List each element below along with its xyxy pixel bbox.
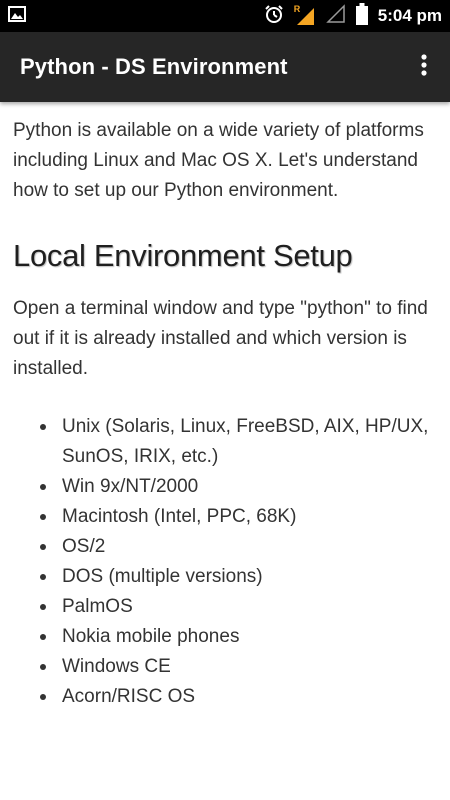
list-item-text: OS/2 <box>62 536 106 557</box>
list-item: Windows CE <box>40 652 436 682</box>
list-item-text: Nokia mobile phones <box>62 626 240 647</box>
more-options-button[interactable] <box>412 47 436 87</box>
status-bar: R 5:04 pm <box>0 0 450 32</box>
bullet <box>40 634 46 640</box>
instruction-paragraph: Open a terminal window and type "python"… <box>13 298 428 379</box>
list-item: Macintosh (Intel, PPC, 68K) <box>40 502 436 532</box>
bullet <box>40 484 46 490</box>
intro-paragraph: Python is available on a wide variety of… <box>13 120 424 201</box>
roaming-label: R <box>293 4 301 14</box>
more-vert-icon <box>421 54 427 80</box>
list-item: Nokia mobile phones <box>40 622 436 652</box>
list-item-text: Unix (Solaris, Linux, FreeBSD, AIX, HP/U… <box>62 416 429 467</box>
list-item: Win 9x/NT/2000 <box>40 472 436 502</box>
status-time: 5:04 pm <box>377 6 442 25</box>
app-bar: Python - DS Environment <box>0 32 450 102</box>
list-item: DOS (multiple versions) <box>40 562 436 592</box>
alarm-icon <box>264 4 284 28</box>
platform-list: Unix (Solaris, Linux, FreeBSD, AIX, HP/U… <box>13 412 436 712</box>
list-item: Acorn/RISC OS <box>40 682 436 712</box>
list-item-text: Acorn/RISC OS <box>62 686 196 707</box>
list-item: OS/2 <box>40 532 436 562</box>
section-heading: Local Environment Setup <box>13 238 353 273</box>
list-item-text: PalmOS <box>62 596 133 617</box>
list-item-text: Windows CE <box>62 656 171 677</box>
list-item: Unix (Solaris, Linux, FreeBSD, AIX, HP/U… <box>40 412 436 472</box>
battery-icon <box>355 3 368 29</box>
bullet <box>40 694 46 700</box>
list-item: PalmOS <box>40 592 436 622</box>
bullet <box>40 544 46 550</box>
list-item-text: Win 9x/NT/2000 <box>62 476 199 497</box>
app-title: Python - DS Environment <box>20 54 288 79</box>
status-bar-left <box>8 6 26 26</box>
status-bar-right: R 5:04 pm <box>264 3 442 29</box>
signal-r-icon: R <box>293 4 316 26</box>
list-item-text: Macintosh (Intel, PPC, 68K) <box>62 506 297 527</box>
bullet <box>40 514 46 520</box>
image-icon <box>8 6 26 26</box>
list-item-text: DOS (multiple versions) <box>62 566 263 587</box>
bullet <box>40 604 46 610</box>
bullet <box>40 664 46 670</box>
signal-empty-icon <box>325 4 346 28</box>
bullet <box>40 574 46 580</box>
article-content: Python is available on a wide variety of… <box>0 102 450 712</box>
bullet <box>40 424 46 430</box>
